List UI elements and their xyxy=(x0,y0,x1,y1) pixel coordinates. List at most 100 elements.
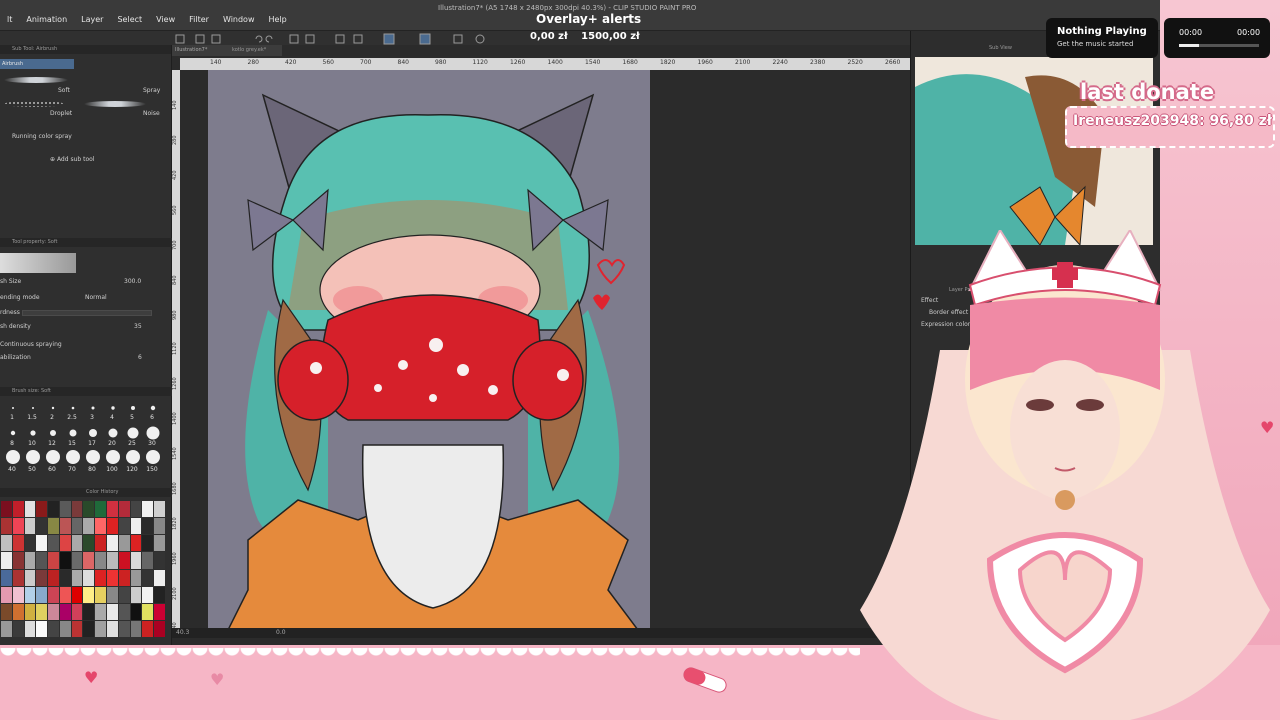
artboard[interactable] xyxy=(208,70,650,630)
stabilization-value[interactable]: 6 xyxy=(138,354,142,361)
zoom-readout[interactable]: 40.3 xyxy=(176,629,189,636)
color-swatch[interactable] xyxy=(118,518,130,535)
color-swatch[interactable] xyxy=(130,501,142,518)
brush-size-value[interactable]: 300.0 xyxy=(124,278,141,285)
color-swatch[interactable] xyxy=(48,569,59,586)
color-swatch[interactable] xyxy=(36,603,48,620)
color-swatch[interactable] xyxy=(12,518,24,535)
color-swatch[interactable] xyxy=(83,586,95,603)
color-swatch[interactable] xyxy=(118,535,130,552)
color-swatch[interactable] xyxy=(1,518,12,535)
brush-soft[interactable]: Soft xyxy=(58,87,70,94)
color-swatch[interactable] xyxy=(1,620,12,637)
command-bar-icons[interactable] xyxy=(0,32,520,46)
document-tab-2[interactable]: kotlo grey.ek* xyxy=(232,45,266,56)
color-swatch[interactable] xyxy=(36,501,48,518)
color-swatch[interactable] xyxy=(24,535,36,552)
color-swatch[interactable] xyxy=(95,501,107,518)
color-swatch[interactable] xyxy=(142,586,154,603)
color-swatch[interactable] xyxy=(71,569,83,586)
brush-preview-droplet[interactable] xyxy=(4,101,64,107)
color-swatch[interactable] xyxy=(36,518,48,535)
color-swatch[interactable] xyxy=(83,518,95,535)
subtool-group-tab[interactable]: Airbrush xyxy=(0,59,74,69)
brush-spray[interactable]: Spray xyxy=(143,87,160,94)
color-swatch[interactable] xyxy=(154,603,165,620)
color-swatch[interactable] xyxy=(71,518,83,535)
color-swatch[interactable] xyxy=(24,603,36,620)
density-value[interactable]: 35 xyxy=(134,323,142,330)
continuous-spraying-row[interactable]: Continuous spraying xyxy=(0,341,160,348)
color-swatch[interactable] xyxy=(71,603,83,620)
menu-filter[interactable]: Filter xyxy=(182,15,216,24)
color-swatch[interactable] xyxy=(107,535,118,552)
color-swatch[interactable] xyxy=(107,501,118,518)
color-swatch[interactable] xyxy=(107,552,118,569)
color-swatch[interactable] xyxy=(130,586,142,603)
color-swatch[interactable] xyxy=(130,603,142,620)
color-swatch[interactable] xyxy=(71,535,83,552)
color-swatch[interactable] xyxy=(71,501,83,518)
color-swatch[interactable] xyxy=(107,603,118,620)
color-swatch[interactable] xyxy=(36,586,48,603)
color-swatch[interactable] xyxy=(48,501,59,518)
color-swatch[interactable] xyxy=(154,518,165,535)
menu-view[interactable]: View xyxy=(149,15,182,24)
color-swatch[interactable] xyxy=(130,620,142,637)
color-swatch[interactable] xyxy=(118,620,130,637)
color-swatch[interactable] xyxy=(59,603,71,620)
menu-animation[interactable]: Animation xyxy=(19,15,74,24)
color-swatch[interactable] xyxy=(118,603,130,620)
brush-running-color-spray[interactable]: Running color spray xyxy=(12,133,72,140)
color-swatch[interactable] xyxy=(48,552,59,569)
color-swatch[interactable] xyxy=(59,535,71,552)
color-swatch[interactable] xyxy=(12,569,24,586)
color-swatch[interactable] xyxy=(59,569,71,586)
color-swatch[interactable] xyxy=(95,552,107,569)
color-swatch[interactable] xyxy=(142,518,154,535)
color-swatch[interactable] xyxy=(24,501,36,518)
menu-item[interactable]: lt xyxy=(0,15,19,24)
hardness-slider[interactable] xyxy=(22,310,152,316)
color-swatch[interactable] xyxy=(83,620,95,637)
color-swatch[interactable] xyxy=(107,620,118,637)
color-swatch[interactable] xyxy=(1,603,12,620)
color-swatch[interactable] xyxy=(1,501,12,518)
color-swatch[interactable] xyxy=(118,501,130,518)
angle-readout[interactable]: 0.0 xyxy=(276,629,286,636)
color-swatch[interactable] xyxy=(24,518,36,535)
blending-mode-row[interactable]: ending mode Normal xyxy=(0,294,160,301)
color-swatch[interactable] xyxy=(24,620,36,637)
color-swatch[interactable] xyxy=(59,501,71,518)
color-swatch[interactable] xyxy=(154,552,165,569)
color-swatch[interactable] xyxy=(142,552,154,569)
color-swatch[interactable] xyxy=(36,569,48,586)
color-swatch[interactable] xyxy=(59,518,71,535)
color-swatch[interactable] xyxy=(12,501,24,518)
menu-help[interactable]: Help xyxy=(262,15,294,24)
color-swatch[interactable] xyxy=(24,552,36,569)
color-swatch[interactable] xyxy=(83,552,95,569)
color-swatch[interactable] xyxy=(142,501,154,518)
brush-size-row[interactable]: sh Size 300.0 xyxy=(0,278,160,285)
color-swatch[interactable] xyxy=(12,552,24,569)
color-swatch[interactable] xyxy=(154,501,165,518)
stabilization-row[interactable]: abilization 6 xyxy=(0,354,160,361)
color-swatch[interactable] xyxy=(12,586,24,603)
color-swatch[interactable] xyxy=(59,552,71,569)
color-swatch[interactable] xyxy=(71,552,83,569)
brush-preview-soft[interactable] xyxy=(4,77,68,83)
color-swatch[interactable] xyxy=(1,552,12,569)
color-swatch[interactable] xyxy=(48,518,59,535)
brush-droplet[interactable]: Droplet xyxy=(50,110,72,117)
color-swatch[interactable] xyxy=(24,569,36,586)
brush-preview-noise[interactable] xyxy=(84,101,146,107)
color-swatch[interactable] xyxy=(48,603,59,620)
color-swatch[interactable] xyxy=(83,501,95,518)
color-swatch[interactable] xyxy=(95,535,107,552)
color-swatch[interactable] xyxy=(24,586,36,603)
color-swatch[interactable] xyxy=(36,552,48,569)
color-swatch[interactable] xyxy=(118,569,130,586)
brush-noise[interactable]: Noise xyxy=(143,110,160,117)
color-swatch[interactable] xyxy=(107,569,118,586)
